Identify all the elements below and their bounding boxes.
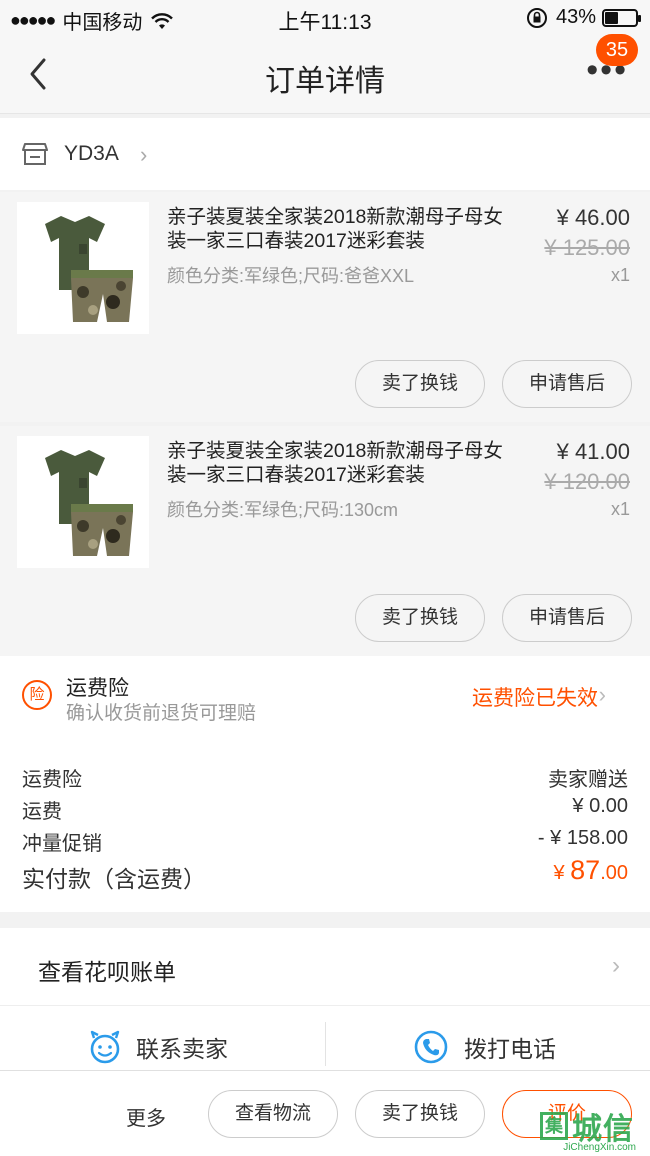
chat-face-icon (90, 1030, 120, 1064)
product-thumbnail[interactable] (17, 202, 149, 334)
shop-icon (22, 143, 48, 165)
product-title[interactable]: 亲子装夏装全家装2018新款潮母子母女装一家三口春装2017迷彩套装 (167, 439, 517, 487)
product-quantity: x1 (610, 265, 630, 285)
product-original-price: ¥ 125.00 (544, 235, 630, 260)
camo-outfit-image (45, 450, 133, 556)
watermark-url: JiChengXin.com (563, 1142, 636, 1153)
payment-decimal: .00 (600, 862, 628, 884)
sell-item-button[interactable]: 卖了换钱 (355, 1090, 485, 1138)
more-actions-button[interactable]: 更多 (126, 1102, 166, 1131)
after-sales-button[interactable]: 申请售后 (502, 594, 632, 642)
actual-payment-label: 实付款（含运费） (22, 866, 206, 892)
page-title: 订单详情 (265, 65, 385, 98)
insurance-status[interactable]: 运费险已失效 (472, 682, 598, 712)
after-sales-button[interactable]: 申请售后 (502, 360, 632, 408)
insurance-subtitle: 确认收货前退货可理赔 (66, 703, 257, 724)
summary-value: ¥ 0.00 (572, 795, 628, 817)
message-count-badge: 35 (596, 34, 638, 66)
phone-icon (414, 1030, 448, 1064)
orientation-lock-icon (526, 7, 547, 28)
battery-percent: 43% (555, 6, 596, 28)
product-sku: 颜色分类:军绿色;尺码:爸爸XXL (167, 266, 415, 286)
contact-seller-button[interactable]: 联系卖家 (88, 1030, 228, 1064)
divider (325, 1022, 326, 1066)
summary-value: - ¥ 158.00 (537, 827, 628, 849)
product-title[interactable]: 亲子装夏装全家装2018新款潮母子母女装一家三口春装2017迷彩套装 (167, 205, 517, 253)
battery-icon (602, 8, 641, 27)
summary-value: 卖家赠送 (548, 769, 628, 791)
status-battery: 43% (526, 6, 641, 29)
chevron-right-icon: › (612, 952, 620, 979)
summary-label: 运费 (22, 801, 62, 823)
contact-seller-label: 联系卖家 (136, 1036, 228, 1062)
chevron-right-icon: › (598, 682, 606, 707)
product-original-price: ¥ 120.00 (544, 469, 630, 494)
view-logistics-button[interactable]: 查看物流 (208, 1090, 338, 1138)
insurance-icon: 险 (22, 680, 52, 710)
product-price: ¥ 46.00 (556, 205, 630, 230)
actual-payment-amount: ¥ 87.00 (553, 855, 628, 886)
product-quantity: x1 (610, 499, 630, 519)
product-thumbnail[interactable] (17, 436, 149, 568)
product-sku: 颜色分类:军绿色;尺码:130cm (167, 500, 399, 520)
watermark-box: 集 (540, 1112, 568, 1140)
huabei-bill-label[interactable]: 查看花呗账单 (38, 953, 176, 987)
call-phone-button[interactable]: 拨打电话 (414, 1030, 556, 1064)
summary-label: 冲量促销 (22, 833, 102, 855)
chevron-right-icon: › (140, 142, 148, 167)
payment-currency: ¥ (553, 862, 571, 884)
shop-name[interactable]: YD3A (64, 142, 119, 166)
sell-item-button[interactable]: 卖了换钱 (355, 360, 485, 408)
payment-integer: 87 (570, 855, 601, 885)
summary-label: 运费险 (22, 769, 82, 791)
camo-outfit-image (45, 216, 133, 322)
call-phone-label: 拨打电话 (464, 1036, 556, 1062)
product-price: ¥ 41.00 (556, 439, 630, 464)
sell-item-button[interactable]: 卖了换钱 (355, 594, 485, 642)
